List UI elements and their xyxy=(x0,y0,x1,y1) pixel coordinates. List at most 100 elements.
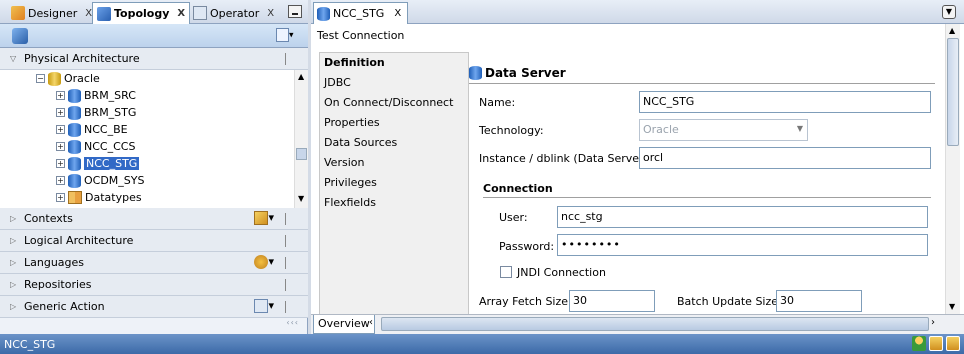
batch-update-input[interactable]: 30 xyxy=(776,290,862,312)
languages-menu-icon[interactable]: ▾ xyxy=(254,255,274,269)
tree-node[interactable]: + NCC_CCS xyxy=(56,138,135,155)
tree-label: Oracle xyxy=(64,72,100,85)
name-input[interactable]: NCC_STG xyxy=(639,91,931,113)
tab-overview[interactable]: Overview xyxy=(313,315,375,334)
tab-label: NCC_STG xyxy=(333,7,385,20)
connection-header: Connection xyxy=(483,182,553,195)
divider xyxy=(483,197,931,198)
horizontal-scrollbar[interactable] xyxy=(381,317,929,331)
physical-architecture-header[interactable]: ▽ Physical Architecture xyxy=(0,48,308,70)
tree-node[interactable]: + Datatypes xyxy=(56,189,142,206)
nav-item-privileges[interactable]: Privileges xyxy=(324,176,377,189)
close-icon[interactable]: X xyxy=(267,8,274,19)
scroll-down-icon[interactable]: ▼ xyxy=(298,194,304,203)
nav-item-properties[interactable]: Properties xyxy=(324,116,380,129)
instance-input[interactable]: orcl xyxy=(639,147,931,169)
technology-icon xyxy=(48,71,61,86)
expand-icon[interactable]: + xyxy=(56,108,65,117)
tree-scrollbar[interactable]: ▲ ▼ xyxy=(294,70,308,208)
tab-list-dropdown-icon[interactable]: ▼ xyxy=(942,5,956,19)
scroll-left-icon[interactable]: ‹ xyxy=(369,317,373,328)
contexts-header[interactable]: ▷ Contexts ▾ xyxy=(0,208,308,230)
form-title: Data Server xyxy=(485,66,566,80)
scroll-up-icon[interactable]: ▲ xyxy=(949,26,955,35)
nav-item-data-sources[interactable]: Data Sources xyxy=(324,136,397,149)
divider xyxy=(285,235,286,247)
tree-node[interactable]: + NCC_BE xyxy=(56,121,128,138)
collapse-icon[interactable]: − xyxy=(36,74,45,83)
section-label: Repositories xyxy=(24,278,92,291)
dataserver-icon xyxy=(68,173,81,188)
editor-nav: Definition JDBC On Connect/Disconnect Pr… xyxy=(319,52,469,316)
technology-label: Technology: xyxy=(479,124,544,137)
status-icons xyxy=(912,336,960,351)
expand-icon[interactable]: + xyxy=(56,91,65,100)
dataserver-icon xyxy=(469,66,482,80)
badge-icon-2[interactable] xyxy=(946,336,960,351)
logical-architecture-header[interactable]: ▷ Logical Architecture xyxy=(0,230,308,252)
scroll-more-icon[interactable]: ‹‹‹ xyxy=(286,318,299,327)
close-icon[interactable]: X xyxy=(394,8,401,19)
status-bar: NCC_STG xyxy=(0,334,964,354)
scroll-right-icon[interactable]: › xyxy=(931,317,935,328)
expand-icon[interactable]: + xyxy=(56,125,65,134)
datatypes-icon xyxy=(68,191,82,204)
tab-designer[interactable]: Designer X xyxy=(6,2,97,24)
tree-node-selected[interactable]: + NCC_STG xyxy=(56,155,140,172)
password-input[interactable]: •••••••• xyxy=(557,234,928,256)
scroll-down-icon[interactable]: ▼ xyxy=(949,302,955,311)
test-connection-button[interactable]: Test Connection xyxy=(317,29,404,42)
generic-action-header[interactable]: ▷ Generic Action ▾ xyxy=(0,296,308,318)
nav-item-on-connect[interactable]: On Connect/Disconnect xyxy=(324,96,453,109)
scroll-thumb[interactable] xyxy=(947,38,959,146)
nav-item-flexfields[interactable]: Flexfields xyxy=(324,196,376,209)
technology-value: Oracle xyxy=(643,123,679,136)
connect-menu-icon[interactable]: ▾ xyxy=(276,28,298,44)
tree-node[interactable]: + BRM_SRC xyxy=(56,87,136,104)
minimize-button[interactable] xyxy=(288,5,302,18)
instance-label: Instance / dblink (Data Server): xyxy=(479,152,652,165)
expand-arrow-icon: ▷ xyxy=(10,236,17,245)
badge-icon[interactable] xyxy=(929,336,943,351)
navigator-tabbar: Designer X Topology X Operator X xyxy=(0,0,308,24)
generic-action-menu-icon[interactable]: ▾ xyxy=(254,299,274,313)
user-input[interactable]: ncc_stg xyxy=(557,206,928,228)
tree-node[interactable]: + BRM_STG xyxy=(56,104,136,121)
operator-icon xyxy=(193,6,207,20)
technology-select[interactable]: Oracle ▼ xyxy=(639,119,808,141)
section-label: Generic Action xyxy=(24,300,105,313)
dataserver-icon xyxy=(68,122,81,137)
section-label: Languages xyxy=(24,256,85,269)
close-icon[interactable]: X xyxy=(177,8,185,19)
dataserver-icon xyxy=(68,88,81,103)
expand-icon[interactable]: + xyxy=(56,142,65,151)
languages-header[interactable]: ▷ Languages ▾ xyxy=(0,252,308,274)
repositories-header[interactable]: ▷ Repositories xyxy=(0,274,308,296)
expand-icon[interactable]: + xyxy=(56,193,65,202)
divider xyxy=(285,53,286,65)
contexts-menu-icon[interactable]: ▾ xyxy=(254,211,274,225)
refresh-icon[interactable] xyxy=(12,28,28,44)
expand-arrow-icon: ▷ xyxy=(10,302,17,311)
definition-form: Data Server Name: NCC_STG Technology: Or… xyxy=(469,52,943,316)
editor-vertical-scrollbar[interactable]: ▲ ▼ xyxy=(945,24,960,314)
nav-item-version[interactable]: Version xyxy=(324,156,364,169)
tree-node-oracle[interactable]: − Oracle xyxy=(36,70,100,87)
collapse-arrow-icon: ▽ xyxy=(10,54,17,63)
scroll-thumb[interactable] xyxy=(296,148,307,160)
tree-label: NCC_STG xyxy=(84,157,140,170)
expand-icon[interactable]: + xyxy=(56,159,65,168)
tab-ncc-stg[interactable]: NCC_STG X xyxy=(313,2,409,24)
nav-item-definition[interactable]: Definition xyxy=(324,56,385,69)
divider xyxy=(285,301,286,313)
array-fetch-input[interactable]: 30 xyxy=(569,290,655,312)
tab-topology[interactable]: Topology X xyxy=(92,2,191,24)
scroll-up-icon[interactable]: ▲ xyxy=(298,72,304,81)
tree-node[interactable]: + OCDM_SYS xyxy=(56,172,144,189)
tab-operator[interactable]: Operator X xyxy=(188,2,279,24)
jndi-checkbox[interactable] xyxy=(500,266,512,278)
expand-icon[interactable]: + xyxy=(56,176,65,185)
data-server-editor: NCC_STG X ▼ Test Connection Definition J… xyxy=(311,0,964,334)
nav-item-jdbc[interactable]: JDBC xyxy=(324,76,351,89)
user-icon[interactable] xyxy=(912,336,926,351)
